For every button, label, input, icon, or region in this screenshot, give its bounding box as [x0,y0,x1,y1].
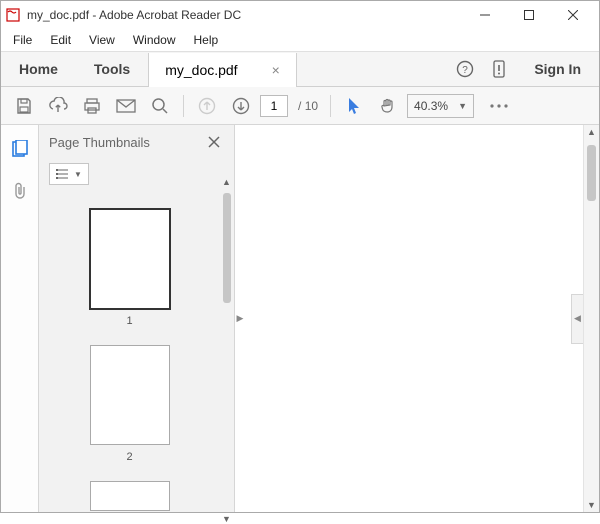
tab-home[interactable]: Home [1,52,76,86]
app-icon [5,7,21,23]
thumbnail-item[interactable]: 2 [90,345,170,463]
chevron-right-icon: ▶ [237,313,244,324]
tab-tools[interactable]: Tools [76,52,148,86]
thumbnail-page[interactable] [90,345,170,445]
maximize-button[interactable] [507,1,551,29]
sign-in-button[interactable]: Sign In [516,52,599,86]
svg-text:?: ? [463,65,469,76]
zoom-value: 40.3% [414,99,448,113]
chevron-down-icon: ▼ [74,170,82,179]
scrollbar-thumb[interactable] [587,145,596,201]
print-icon[interactable] [77,91,107,121]
page-up-icon[interactable] [192,91,222,121]
hand-tool-icon[interactable] [373,91,403,121]
zoom-dropdown[interactable]: 40.3% ▼ [407,94,474,118]
nav-rail [1,125,39,512]
thumbnails-panel: Page Thumbnails ▼ 1 2 [39,125,235,512]
minimize-button[interactable] [463,1,507,29]
thumbnails-list[interactable]: 1 2 [39,189,220,512]
thumbnails-header: Page Thumbnails [39,125,234,159]
workspace: Page Thumbnails ▼ 1 2 [1,125,599,512]
thumbnail-item[interactable]: 1 [90,209,170,327]
scrollbar-thumb[interactable] [223,193,231,303]
menu-edit[interactable]: Edit [42,31,79,49]
toolbar-separator [183,95,184,117]
window-title: my_doc.pdf - Adobe Acrobat Reader DC [27,8,241,22]
attachments-rail-icon[interactable] [6,177,34,205]
right-panel-expand-handle[interactable]: ◀ [571,294,583,344]
thumbnail-number: 2 [126,451,132,463]
page-total-label: / 10 [298,99,318,113]
save-icon[interactable] [9,91,39,121]
more-tools-icon[interactable] [484,91,514,121]
tabbar: Home Tools my_doc.pdf × ? Sign In [1,51,599,87]
menu-help[interactable]: Help [186,31,227,49]
thumbnails-title: Page Thumbnails [49,135,150,150]
scroll-up-icon[interactable]: ▲ [222,177,231,187]
thumbnails-options-button[interactable]: ▼ [49,163,89,185]
tab-close-icon[interactable]: × [266,60,286,80]
thumbnail-page[interactable] [90,209,170,309]
menu-window[interactable]: Window [125,31,184,49]
document-scrollbar[interactable]: ▲ ▼ [583,125,599,512]
thumbnails-rail-icon[interactable] [6,135,34,163]
thumbnails-close-icon[interactable] [204,134,224,150]
page-number-input[interactable] [260,95,288,117]
panel-collapse-handle[interactable]: ▶ [235,125,245,512]
tab-document-label: my_doc.pdf [165,62,237,78]
help-icon[interactable]: ? [448,52,482,86]
page-down-icon[interactable] [226,91,256,121]
search-icon[interactable] [145,91,175,121]
thumbnails-options: ▼ [39,159,234,189]
selection-tool-icon[interactable] [339,91,369,121]
scroll-down-icon[interactable]: ▼ [587,500,596,510]
cloud-upload-icon[interactable] [43,91,73,121]
menu-file[interactable]: File [5,31,40,49]
thumbnails-scrollbar[interactable]: ▲ ▼ [220,189,234,512]
titlebar: my_doc.pdf - Adobe Acrobat Reader DC [1,1,599,29]
email-icon[interactable] [111,91,141,121]
chevron-left-icon: ◀ [574,313,581,324]
close-button[interactable] [551,1,595,29]
scroll-down-icon[interactable]: ▼ [222,514,231,524]
menubar: File Edit View Window Help [1,29,599,51]
toolbar: / 10 40.3% ▼ [1,87,599,125]
menu-view[interactable]: View [81,31,123,49]
notification-icon[interactable] [482,52,516,86]
document-view[interactable]: ▲ ▼ ◀ [245,125,599,512]
scroll-up-icon[interactable]: ▲ [587,127,596,137]
tab-document[interactable]: my_doc.pdf × [148,53,297,87]
toolbar-separator [330,95,331,117]
thumbnail-number: 1 [126,315,132,327]
chevron-down-icon: ▼ [458,101,467,111]
thumbnail-page[interactable] [90,481,170,511]
thumbnail-item[interactable] [90,481,170,511]
